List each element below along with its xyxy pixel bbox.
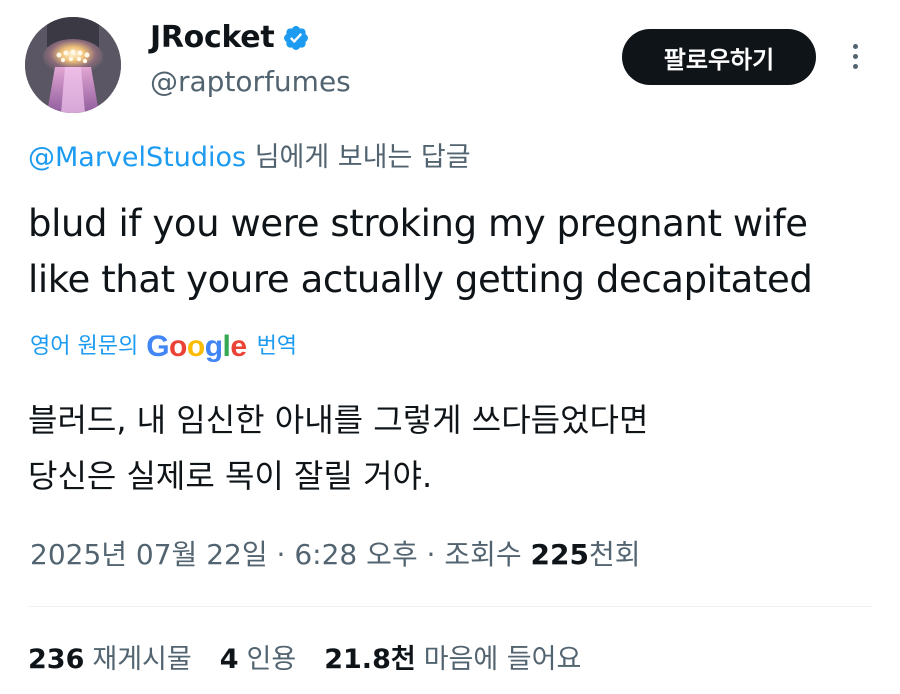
likes-count-unit: 천 [390, 644, 416, 675]
likes-count: 21.8천 [324, 640, 415, 680]
avatar[interactable] [25, 17, 121, 113]
author-name-row: JRocket [150, 18, 310, 58]
translated-text-line: 당신은 실제로 목이 잘릴 거야. [28, 457, 433, 495]
divider [28, 606, 872, 607]
translation-prefix: 영어 원문의 [30, 334, 139, 359]
quotes-stat[interactable]: 4 인용 [220, 640, 296, 680]
likes-label: 마음에 들어요 [423, 644, 582, 675]
retweets-stat[interactable]: 236 재게시물 [28, 640, 192, 680]
quotes-count: 4 [219, 644, 239, 675]
tweet-time[interactable]: 6:28 오후 [294, 538, 417, 571]
likes-count-value: 21.8 [324, 644, 391, 675]
reply-context: @MarvelStudios 님에게 보내는 답글 [28, 138, 471, 178]
more-dot [852, 63, 858, 69]
author-handle[interactable]: @raptorfumes [150, 62, 351, 102]
retweets-count: 236 [28, 644, 85, 675]
translation-attribution[interactable]: 영어 원문의 Google 번역 [30, 327, 297, 367]
views-count: 225 [530, 538, 589, 571]
tweet-text-line: like that youre actually getting decapit… [28, 258, 813, 301]
meta-separator: · [276, 538, 286, 571]
meta-separator: · [426, 538, 436, 571]
reply-context-suffix: 님에게 보내는 답글 [246, 142, 471, 173]
tweet-date[interactable]: 2025년 07월 22일 [30, 538, 268, 571]
engagement-stats: 236 재게시물 4 인용 21.8천 마음에 들어요 [28, 640, 609, 680]
tweet-meta: 2025년 07월 22일 · 6:28 오후 · 조회수 225천회 [30, 535, 641, 575]
more-dot [852, 53, 858, 59]
tweet-text: blud if you were stroking my pregnant wi… [28, 196, 878, 308]
translated-text-line: 블러드, 내 임신한 아내를 그렇게 쓰다듬었다면 [28, 401, 649, 439]
author-display-name[interactable]: JRocket [150, 18, 275, 58]
likes-stat[interactable]: 21.8천 마음에 들어요 [324, 640, 581, 680]
verified-badge-icon[interactable] [282, 24, 310, 52]
quotes-label: 인용 [246, 644, 297, 675]
follow-button[interactable]: 팔로우하기 [622, 29, 816, 85]
more-vertical-icon[interactable] [838, 36, 872, 76]
avatar-rocket-image [25, 17, 121, 113]
translated-text: 블러드, 내 임신한 아내를 그렇게 쓰다듬었다면 당신은 실제로 목이 잘릴 … [28, 392, 878, 504]
more-dot [852, 43, 858, 49]
tweet-text-line: blud if you were stroking my pregnant wi… [28, 202, 808, 245]
reply-mention-link[interactable]: @MarvelStudios [28, 142, 246, 173]
views-label: 조회수 [444, 538, 522, 571]
retweets-label: 재게시물 [92, 644, 192, 675]
google-logo: Google [146, 330, 247, 363]
views-unit: 천회 [589, 538, 641, 571]
translation-suffix: 번역 [256, 334, 298, 359]
